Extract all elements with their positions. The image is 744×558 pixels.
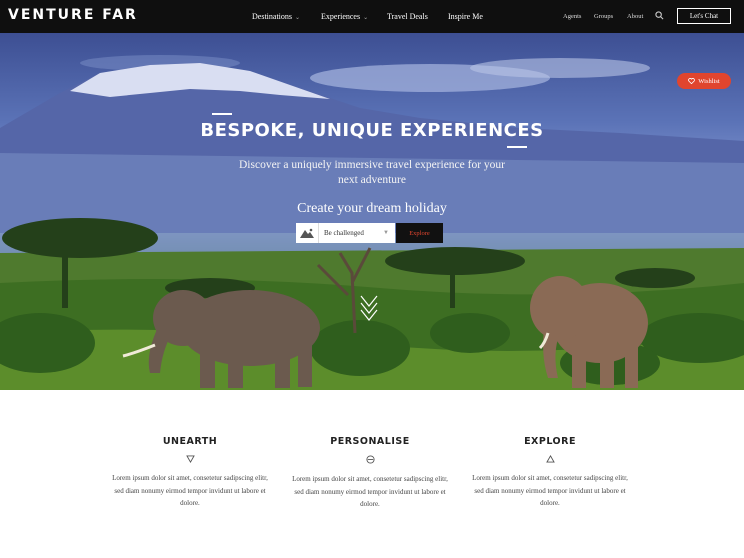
lets-chat-button[interactable]: Let's Chat	[677, 8, 731, 24]
experience-select[interactable]: Be challenged ▼	[296, 223, 395, 243]
explore-button[interactable]: Explore	[396, 223, 443, 243]
hero-subtitle: Discover a uniquely immersive travel exp…	[239, 159, 505, 186]
feature-text: Lorem ipsum dolor sit amet, consetetur s…	[112, 474, 268, 507]
feature-text: Lorem ipsum dolor sit amet, consetetur s…	[292, 475, 448, 508]
chevron-down-icon: ⌄	[295, 15, 301, 21]
scroll-down-icon[interactable]	[359, 294, 379, 324]
feature-text: Lorem ipsum dolor sit amet, consetetur s…	[472, 474, 628, 507]
feature-title: EXPLORE	[524, 436, 576, 447]
nav-travel-deals[interactable]: Travel Deals	[387, 12, 428, 21]
feature-title: UNEARTH	[162, 436, 218, 447]
nav-about[interactable]: About	[627, 13, 643, 20]
nav-experiences[interactable]: Experiences ⌄	[321, 12, 368, 21]
headline-accent-bar	[507, 146, 527, 148]
wishlist-label: Wishlist	[698, 77, 720, 85]
experience-select-value: Be challenged	[324, 229, 364, 237]
triangle-down-icon	[185, 455, 195, 463]
hero-headline: BESPOKE, UNIQUE EXPERIENCES	[200, 120, 544, 141]
feature-title: PERSONALISE	[330, 436, 410, 447]
nav-experiences-label: Experiences	[321, 12, 361, 21]
chevron-down-icon: ▼	[383, 230, 389, 236]
circle-icon	[365, 455, 375, 464]
chevron-down-icon: ⌄	[363, 15, 369, 21]
top-nav: VENTURE FAR Destinations ⌄ Experiences ⌄ T…	[0, 0, 744, 33]
search-icon[interactable]	[655, 11, 664, 20]
nav-destinations[interactable]: Destinations ⌄	[252, 12, 300, 21]
feature-unearth: UNEARTH Lorem ipsum dolor sit amet, cons…	[110, 436, 270, 510]
feature-explore: EXPLORE Lorem ipsum dolor sit amet, cons…	[470, 436, 630, 510]
wishlist-button[interactable]: Wishlist	[677, 73, 731, 89]
nav-agents[interactable]: Agents	[563, 13, 581, 20]
nav-inspire-me[interactable]: Inspire Me	[448, 12, 483, 21]
triangle-up-icon	[545, 455, 555, 463]
feature-personalise: PERSONALISE Lorem ipsum dolor sit amet, …	[290, 436, 450, 511]
create-holiday-heading: Create your dream holiday	[297, 201, 447, 216]
logo[interactable]: VENTURE FAR	[8, 7, 138, 23]
heart-icon	[688, 78, 696, 84]
headline-accent-bar	[212, 113, 232, 115]
nav-destinations-label: Destinations	[252, 12, 292, 21]
mountain-icon	[296, 223, 319, 243]
nav-groups[interactable]: Groups	[594, 13, 613, 20]
